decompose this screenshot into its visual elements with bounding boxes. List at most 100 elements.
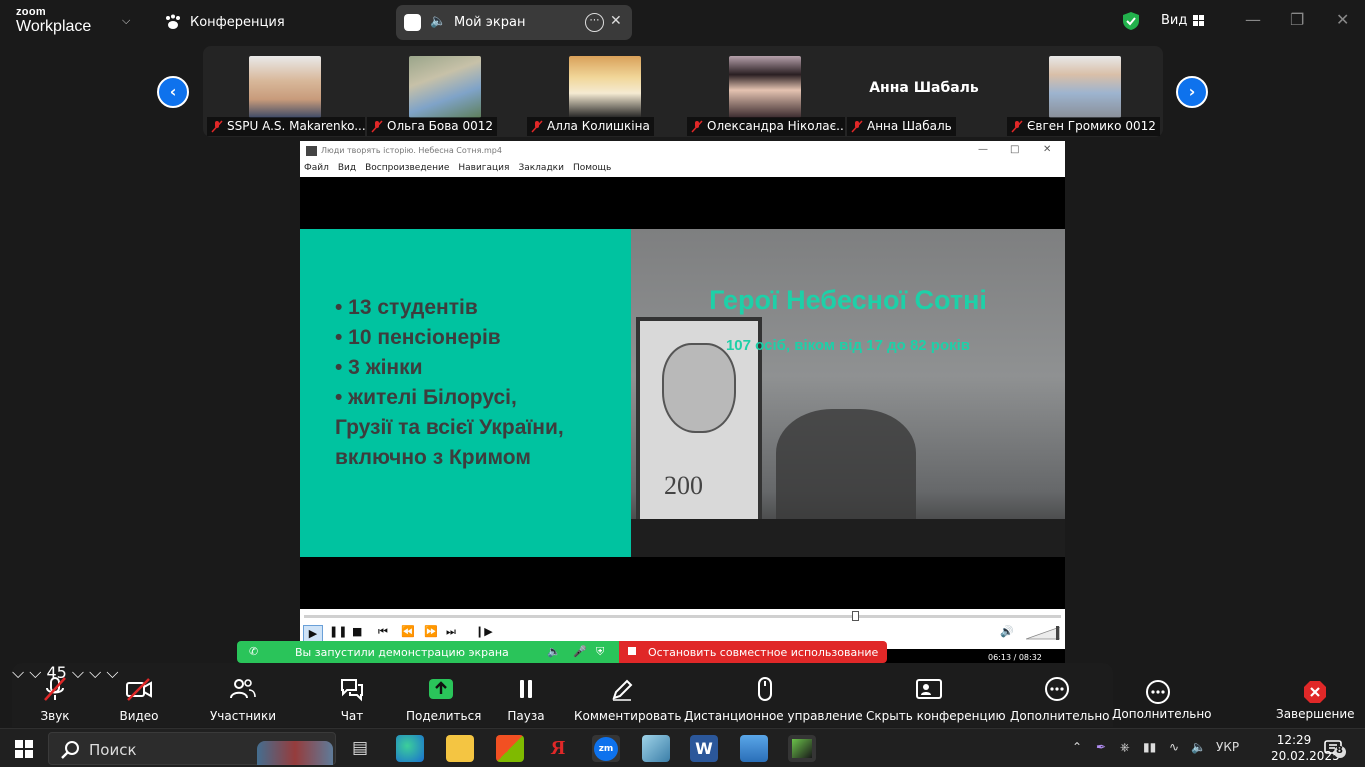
sharing-notice: ✆ Вы запустили демонстрацию экрана 🔈 🎤 ⛨ (237, 641, 619, 663)
next-track-button[interactable]: ⏭ (446, 625, 456, 639)
participant-name: Ольга Бова 0012 (367, 117, 498, 136)
forward-button[interactable]: ⏩ (424, 625, 438, 638)
prev-page-button[interactable]: ‹ (157, 76, 189, 108)
portrait-image (662, 343, 736, 433)
yandex-browser-icon[interactable]: Я (544, 735, 572, 762)
chevron-down-icon[interactable]: ⌵ (122, 14, 130, 28)
word-icon[interactable]: W (690, 735, 718, 762)
participant-tile[interactable]: Алла Колишкіна (525, 56, 683, 136)
frame-step-button[interactable]: ❙▶ (475, 625, 493, 638)
audio-options-chevron-icon[interactable]: ⌵ (12, 663, 24, 682)
conference-menu[interactable]: Конференция (164, 14, 285, 30)
volume-slider[interactable] (1026, 626, 1060, 640)
player-maximize-icon[interactable]: □ (1010, 144, 1019, 155)
player-minimize-icon[interactable]: — (978, 144, 988, 155)
volume-tray-icon[interactable]: 🔈 (1191, 740, 1206, 754)
player-title: Люди творять історію. Небесна Сотня.mp4 (321, 146, 502, 155)
photos-icon[interactable] (740, 735, 768, 762)
audio-button[interactable]: Звук (26, 663, 84, 727)
stop-share-button[interactable]: Остановить совместное использование (619, 641, 887, 663)
pause-button[interactable]: ❚❚ (329, 625, 347, 638)
participant-tile[interactable]: Ольга Бова 0012 (365, 56, 523, 136)
participant-name: SSPU A.S. Makarenko... (207, 117, 365, 136)
window-close-icon[interactable]: ✕ (1336, 10, 1349, 29)
hide-meeting-button[interactable]: Скрыть конференцию (866, 663, 1006, 727)
share-label: Поделиться (406, 709, 482, 723)
film-icon (792, 739, 812, 758)
participant-tile[interactable]: Олександра Ніколає... (685, 56, 845, 136)
conference-label: Конференция (190, 14, 285, 30)
taskbar-search[interactable]: Поиск (48, 732, 336, 765)
volume-icon[interactable]: 🔊 (1000, 625, 1014, 638)
menu-playback[interactable]: Воспроизведение (365, 163, 449, 173)
pen-tray-icon[interactable]: ✒ (1096, 740, 1106, 754)
task-view-icon[interactable]: ▤ (346, 735, 374, 762)
participant-tile[interactable]: Євген Громико 0012 (1005, 56, 1163, 136)
player-title-bar: Люди творять історію. Небесна Сотня.mp4 … (300, 141, 1065, 162)
video-frame[interactable]: • 13 студентів • 10 пенсіонерів • 3 жінк… (300, 177, 1065, 609)
end-meeting-button[interactable]: Завершение (1276, 663, 1355, 727)
pause-share-button[interactable]: Пауза (504, 663, 548, 727)
chat-button[interactable]: Чат (332, 663, 372, 727)
mouse-icon (758, 677, 772, 701)
next-page-button[interactable]: › (1176, 76, 1208, 108)
notifications-icon[interactable]: 8 (1324, 739, 1346, 759)
app-icon[interactable] (642, 735, 670, 762)
participant-video (409, 56, 481, 118)
windows-start-icon[interactable] (15, 740, 33, 758)
meet-tray-icon[interactable]: ⎈ (1120, 740, 1130, 755)
prev-track-button[interactable]: ⏮ (378, 625, 388, 639)
participant-tile[interactable]: Анна Шабаль Анна Шабаль (845, 56, 1003, 136)
maximize-icon[interactable]: ❐ (1290, 10, 1304, 29)
file-explorer-icon[interactable] (446, 735, 474, 762)
play-button[interactable]: ▶ (303, 625, 323, 642)
share-button[interactable]: Поделиться (406, 663, 482, 727)
seek-knob[interactable] (852, 611, 859, 621)
chat-options-chevron-icon[interactable]: ⌵ (89, 663, 101, 682)
participant-tile[interactable]: SSPU A.S. Makarenko... (205, 56, 365, 136)
tray-expand-icon[interactable]: ⌃ (1072, 740, 1082, 754)
battery-icon[interactable]: ▮▮ (1143, 740, 1156, 754)
crowd-image (776, 409, 916, 519)
stop-button[interactable]: ■ (352, 625, 362, 638)
rewind-button[interactable]: ⏪ (401, 625, 415, 638)
more-icon[interactable]: ⋯ (585, 13, 604, 32)
more-button[interactable]: Дополнительно (1010, 663, 1110, 727)
windows-taskbar: Поиск ▤ Я zm W ⌃ ✒ ⎈ ▮▮ ∿ 🔈 УКР 12:29 20… (0, 728, 1365, 767)
language-indicator[interactable]: УКР (1216, 740, 1239, 754)
speaker-icon[interactable]: 🔈 (547, 645, 561, 658)
muted-mic-icon[interactable]: 🎤 (573, 645, 587, 658)
participant-display-name: Анна Шабаль (869, 80, 979, 96)
more-button-secondary[interactable]: Дополнительно (1112, 663, 1212, 727)
view-button[interactable]: Вид (1161, 13, 1205, 28)
zoom-taskbar-icon[interactable]: zm (592, 735, 620, 762)
menu-navigation[interactable]: Навигация (458, 163, 509, 173)
my-screen-pill[interactable]: 🔈 Мой экран ⋯ ✕ (396, 5, 632, 40)
edge-browser-icon[interactable] (396, 735, 424, 762)
store-icon[interactable] (496, 735, 524, 762)
wifi-icon[interactable]: ∿ (1169, 740, 1179, 754)
menu-help[interactable]: Помощь (573, 163, 611, 173)
shield-icon[interactable]: ⛨ (596, 645, 604, 659)
close-icon[interactable]: ✕ (610, 13, 622, 29)
taskbar-clock[interactable]: 12:29 20.02.2025 (1271, 732, 1340, 764)
annotate-label: Комментировать (574, 709, 682, 723)
player-close-icon[interactable]: ✕ (1043, 144, 1051, 155)
participants-button[interactable]: Участники (208, 663, 278, 727)
hide-video-icon (916, 679, 942, 699)
more-label-secondary: Дополнительно (1112, 707, 1212, 721)
remote-control-button[interactable]: Дистанционное управление (684, 663, 863, 727)
menu-file[interactable]: Файл (304, 163, 329, 173)
annotate-button[interactable]: Комментировать (574, 663, 682, 727)
minimize-icon[interactable]: — (1245, 10, 1261, 29)
media-player-taskbar-icon[interactable] (788, 735, 816, 762)
speaker-icon[interactable]: 🔈 (430, 14, 446, 29)
seek-bar[interactable] (304, 611, 1061, 621)
menu-view[interactable]: Вид (338, 163, 356, 173)
sharing-message: Вы запустили демонстрацию экрана (295, 646, 509, 659)
slide-bullet: Грузії та всієї України, (335, 416, 564, 439)
participants-label: Участники (209, 709, 277, 723)
menu-bookmarks[interactable]: Закладки (518, 163, 564, 173)
video-button[interactable]: Видео (110, 663, 168, 727)
security-shield-icon[interactable] (1122, 11, 1140, 31)
